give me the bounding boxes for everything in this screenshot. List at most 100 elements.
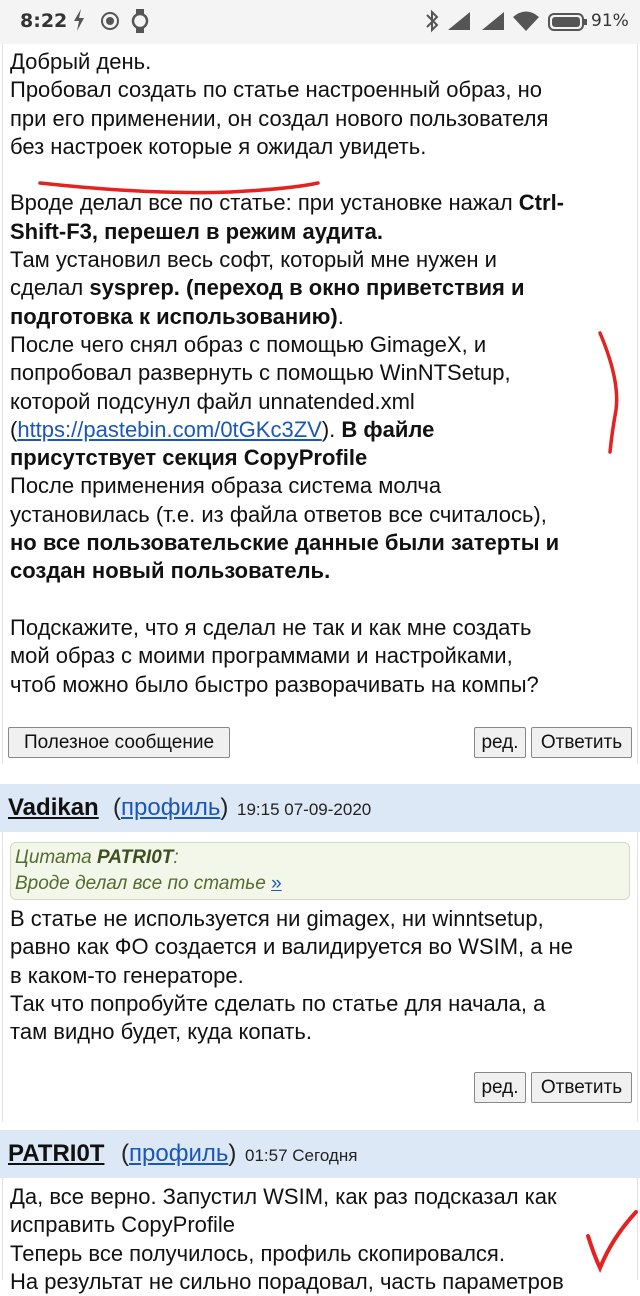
post-text-line: присутствует секция CopyProfile	[10, 444, 632, 472]
post-text-line: После применения образа система молча	[10, 472, 632, 500]
post-author[interactable]: PATRI0T	[8, 1140, 104, 1168]
wifi-icon	[512, 10, 540, 32]
post-text-line	[10, 161, 632, 189]
text-segment: которой подсунул файл unnatended.xml	[10, 388, 415, 414]
edit-button[interactable]: ред.	[474, 1072, 526, 1103]
text-segment: После чего снял образ с помощью GimageX,…	[10, 331, 487, 357]
post-text-line: Shift-F3, перешел в режим аудита.	[10, 218, 632, 246]
reply-button[interactable]: Ответить	[531, 1072, 632, 1103]
reply-button[interactable]: Ответить	[531, 727, 632, 758]
post-timestamp: 19:15 07-09-2020	[237, 800, 372, 819]
quote-prefix: Цитата	[15, 847, 98, 868]
signal-icon	[446, 11, 472, 31]
profile-open: (	[113, 794, 121, 821]
text-segment: исправить CopyProfile	[10, 1212, 236, 1238]
text-segment: в каком-то генераторе.	[10, 962, 244, 988]
bold-text: подготовка к использованию)	[10, 303, 338, 329]
text-segment: чтоб можно было быстро разворачивать на …	[10, 671, 539, 697]
text-segment: там видно будет, куда копать.	[10, 1019, 312, 1045]
post-text-line: Там установил весь софт, который мне нуж…	[10, 246, 632, 274]
profile-link-wrap: (профиль)	[113, 794, 228, 822]
bluetooth-icon	[424, 9, 440, 33]
pastebin-link[interactable]: https://pastebin.com/0tGKc3ZV	[17, 417, 321, 442]
text-segment: Там установил весь софт, который мне нуж…	[10, 247, 497, 273]
bold-text: sysprep. (переход в окно приветствия и	[89, 275, 525, 301]
post-text-line: но все пользовательские данные были зате…	[10, 529, 632, 557]
profile-close: )	[220, 794, 229, 821]
status-time: 8:22	[20, 10, 68, 32]
profile-open: (	[121, 1140, 129, 1167]
post-text-line: подготовка к использованию).	[10, 303, 632, 331]
post-text: Добрый день. Пробовал создать по статье н…	[10, 48, 632, 699]
signal-icon	[480, 11, 506, 31]
profile-link[interactable]: профиль	[129, 1140, 228, 1167]
bold-text: создан новый пользователь.	[10, 558, 331, 584]
post-author[interactable]: Vadikan	[8, 794, 99, 822]
post-text-line: Теперь все получилось, профиль скопирова…	[10, 1240, 632, 1268]
profile-link-wrap: (профиль)	[121, 1140, 236, 1168]
post-text-line: исправить CopyProfile	[10, 1211, 632, 1239]
quote-author: PATRI0T	[97, 847, 174, 868]
text-segment: установилась (т.е. из файла ответов все …	[10, 501, 547, 527]
post-text-line: Так что попробуйте сделать по статье для…	[10, 990, 632, 1018]
post-text-line: в каком-то генераторе.	[10, 962, 632, 990]
useful-message-button[interactable]: Полезное сообщение	[8, 727, 230, 758]
quote-text-line: Вроде делал все по статье »	[15, 873, 282, 895]
post-header: PATRI0T (профиль) 01:57 Сегодня	[0, 1130, 640, 1178]
post-text-line: попробовал развернуть с помощью WinNTSet…	[10, 359, 632, 387]
bold-text: Ctrl-	[518, 190, 565, 216]
profile-close: )	[228, 1140, 237, 1167]
quote-text: Вроде делал все по статье	[15, 873, 272, 894]
post-text-line: В статье не используется ни gimagex, ни …	[10, 905, 632, 933]
post-text: В статье не используется ни gimagex, ни …	[10, 905, 632, 1046]
status-bar: 8:22 91%	[0, 0, 640, 44]
post-text-line	[10, 586, 632, 614]
text-segment: .	[337, 303, 344, 329]
post-text-line: там видно будет, куда копать.	[10, 1018, 632, 1046]
text-segment: мой образ с моими программами и настройк…	[10, 643, 513, 669]
post-text-line: Подскажите, что я сделал не так и как мн…	[10, 614, 632, 642]
bold-text: присутствует секция CopyProfile	[10, 445, 368, 471]
post-header: Vadikan (профиль) 19:15 07-09-2020	[0, 784, 640, 832]
text-segment: На результат не сильно порадовал, часть …	[10, 1268, 564, 1294]
post-text-line: После чего снял образ с помощью GimageX,…	[10, 331, 632, 359]
post-text-line: чтоб можно было быстро разворачивать на …	[10, 671, 632, 699]
watch-icon	[131, 8, 149, 34]
post-text: Да, все верно. Запустил WSIM, как раз по…	[10, 1183, 632, 1296]
post-timestamp: 01:57 Сегодня	[245, 1146, 358, 1165]
edit-button[interactable]: ред.	[474, 727, 526, 758]
bold-text: Shift-F3, перешел в режим аудита.	[10, 218, 384, 244]
post-text-line: На результат не сильно порадовал, часть …	[10, 1268, 632, 1296]
post-text-line: без настроек которые я ожидал увидеть.	[10, 133, 632, 161]
battery-percent: 91%	[591, 11, 629, 31]
text-segment: Вроде делал все по статье: при установке…	[10, 190, 519, 216]
post-text-line: равно как ФО создается и валидируется во…	[10, 933, 632, 961]
text-segment: Да, все верно. Запустил WSIM, как раз по…	[10, 1184, 557, 1209]
record-icon	[100, 11, 120, 31]
text-segment: равно как ФО создается и валидируется во…	[10, 934, 574, 960]
text-segment: сделал	[10, 275, 90, 301]
text-segment: ).	[321, 416, 342, 442]
post-text-line: Пробовал создать по статье настроенный о…	[10, 76, 632, 104]
text-segment: После применения образа система молча	[10, 473, 442, 499]
text-segment: В статье не используется ни gimagex, ни …	[10, 906, 544, 931]
text-segment: Так что попробуйте сделать по статье для…	[10, 990, 546, 1016]
text-segment: при его применении, он создал нового пол…	[10, 105, 549, 131]
post-text-line: мой образ с моими программами и настройк…	[10, 642, 632, 670]
text-segment: Теперь все получилось, профиль скопирова…	[10, 1240, 505, 1266]
bolt-icon	[72, 8, 86, 32]
text-segment: Пробовал создать по статье настроенный о…	[10, 77, 542, 103]
bold-text: В файле	[341, 416, 435, 442]
quote-block: Цитата PATRI0T: Вроде делал все по стать…	[10, 842, 630, 900]
quote-goto-link[interactable]: »	[271, 873, 282, 894]
text-segment: Добрый день.	[10, 49, 152, 74]
post-text-line: сделал sysprep. (переход в окно приветст…	[10, 274, 632, 302]
profile-link[interactable]: профиль	[121, 794, 220, 821]
post-text-line: установилась (т.е. из файла ответов все …	[10, 501, 632, 529]
post-text-line: Добрый день.	[10, 48, 632, 76]
post-text-line: при его применении, он создал нового пол…	[10, 105, 632, 133]
quote-suffix: :	[173, 847, 179, 868]
post-text-line: которой подсунул файл unnatended.xml	[10, 388, 632, 416]
text-segment: попробовал развернуть с помощью WinNTSet…	[10, 360, 511, 386]
post-text-line: создан новый пользователь.	[10, 557, 632, 585]
